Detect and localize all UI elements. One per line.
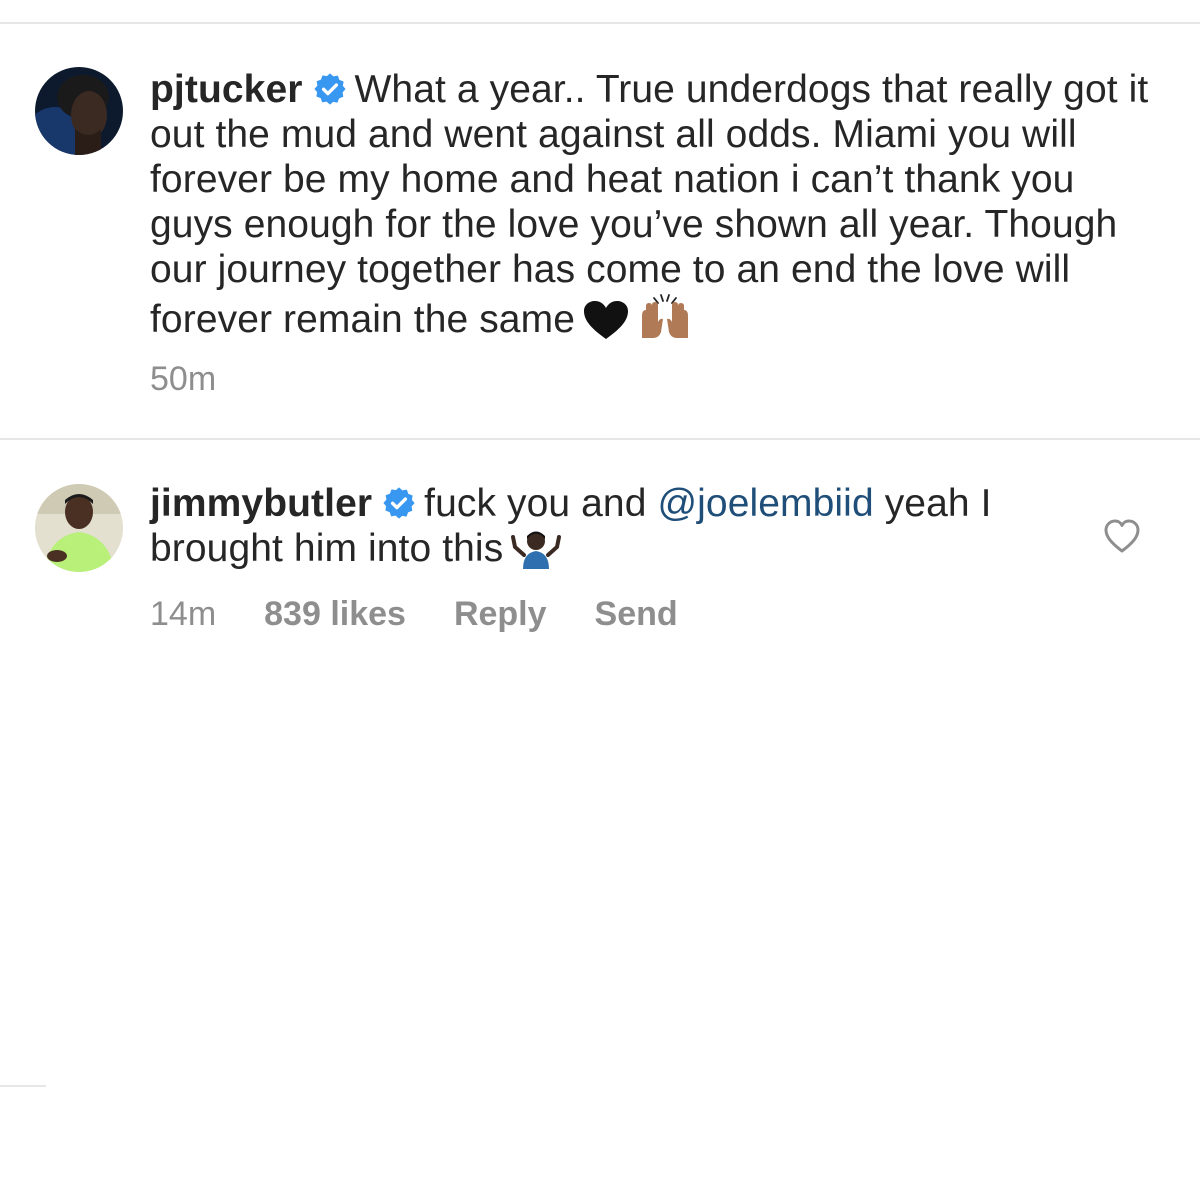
person-shrugging-icon [511,529,562,569]
username-jimmybutler[interactable]: jimmybutler [150,482,372,525]
avatar-jimmybutler[interactable] [35,484,123,572]
comment-meta-pjtucker: 50m [150,360,264,399]
send-button[interactable]: Send [595,595,678,634]
like-heart-icon[interactable] [1103,518,1141,554]
likes-count[interactable]: 839 likes [264,595,406,634]
verified-badge-icon [382,486,416,520]
top-divider [0,22,1200,24]
comment-jimmybutler: jimmybutler fuck you and @joelembiid yeah… [150,481,1050,571]
reply-button[interactable]: Reply [454,595,547,634]
username-pjtucker[interactable]: pjtucker [150,68,303,111]
timestamp: 14m [150,595,217,633]
black-heart-icon [583,300,629,340]
avatar-pjtucker[interactable] [35,67,123,155]
comment-pjtucker: pjtucker What a year.. True underdogs tha… [150,67,1156,342]
bottom-divider [0,1085,46,1087]
timestamp: 50m [150,360,217,398]
verified-badge-icon [313,72,347,106]
raising-hands-icon [637,292,693,340]
comment-meta-jimmybutler: 14m 839 likes Reply Send [150,595,726,634]
mention-link[interactable]: @joelembiid [657,482,873,525]
comment-text-before-mention: fuck you and [424,482,647,525]
comment-divider [0,438,1200,440]
